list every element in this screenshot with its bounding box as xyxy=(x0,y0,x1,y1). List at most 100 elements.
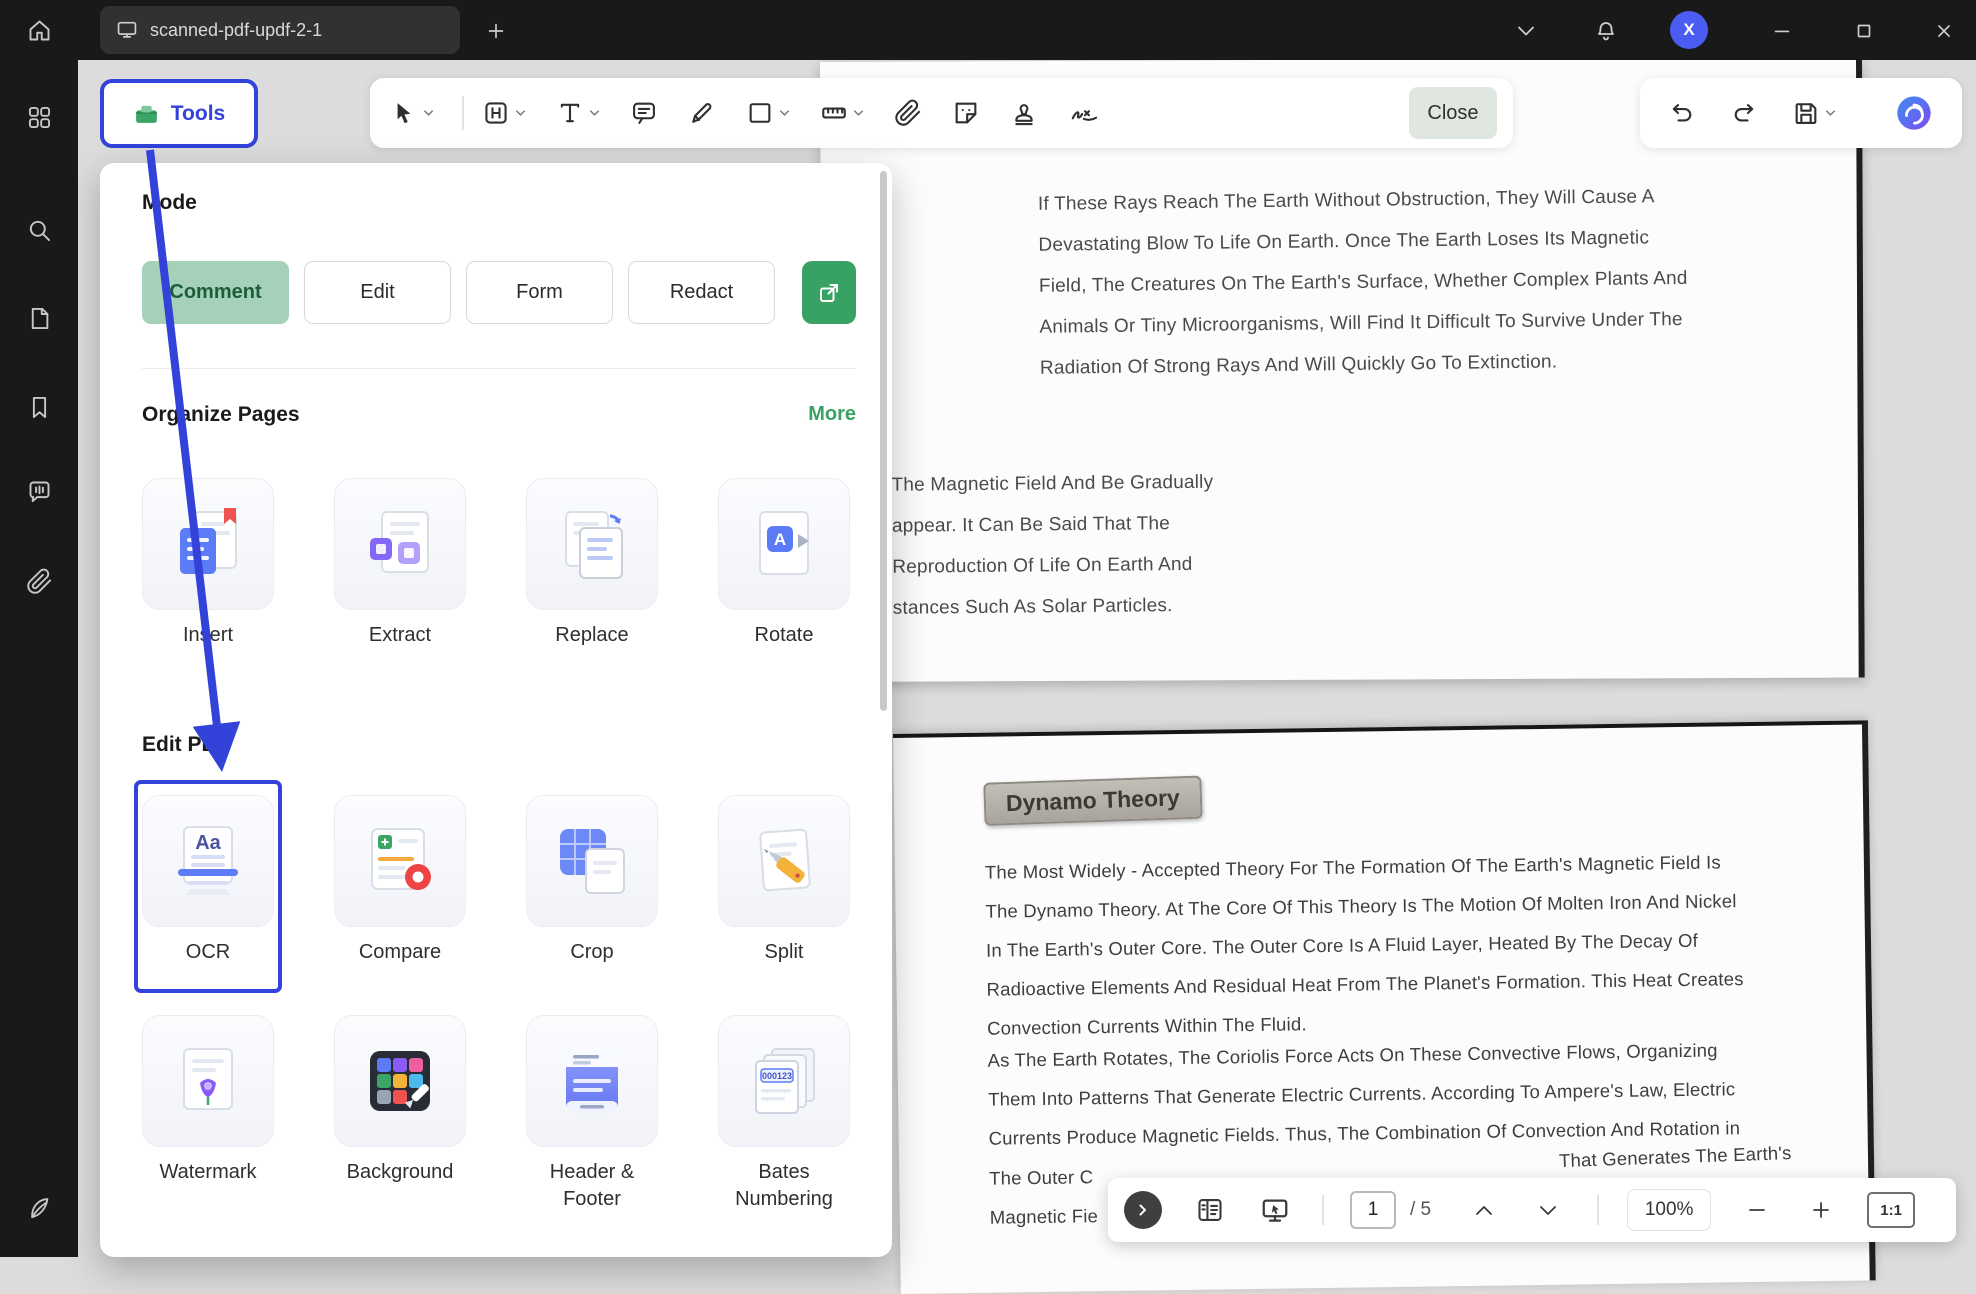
zoom-in-button[interactable] xyxy=(1811,1200,1831,1220)
previous-page-button[interactable] xyxy=(1475,1205,1493,1216)
card-label: Crop xyxy=(526,939,658,966)
tool-card-ocr[interactable]: Aa OCR xyxy=(142,795,274,966)
open-in-new-button[interactable] xyxy=(802,261,856,324)
brand-logo-icon[interactable] xyxy=(17,1185,61,1229)
mode-section-title: Mode xyxy=(142,191,197,215)
measure-tool-button[interactable] xyxy=(816,95,868,131)
tool-card-header-footer[interactable]: Header & Footer xyxy=(526,1015,658,1213)
stamp-tool-button[interactable] xyxy=(1006,95,1042,131)
bates-sample-number: 000123 xyxy=(762,1071,792,1081)
ruler-icon xyxy=(820,99,848,127)
home-button[interactable] xyxy=(17,8,61,52)
bates-numbering-icon: 000123 xyxy=(718,1015,850,1147)
tool-card-replace[interactable]: Replace xyxy=(526,478,658,649)
attachments-panel-button[interactable] xyxy=(17,559,61,603)
redo-icon xyxy=(1730,99,1758,127)
signature-tool-button[interactable] xyxy=(1064,95,1106,131)
zoom-out-button[interactable] xyxy=(1747,1200,1767,1220)
more-link[interactable]: More xyxy=(808,403,856,426)
text-tool-button[interactable] xyxy=(552,95,604,131)
comments-panel-button[interactable] xyxy=(17,469,61,513)
app-sidebar xyxy=(0,0,78,1257)
tool-card-crop[interactable]: Crop xyxy=(526,795,658,966)
pen-icon xyxy=(688,99,716,127)
minimize-button[interactable] xyxy=(1768,17,1796,45)
edit-pdf-section-title: Edit PDF xyxy=(142,733,230,757)
tool-card-compare[interactable]: Compare xyxy=(334,795,466,966)
search-button[interactable] xyxy=(17,208,61,252)
replace-icon xyxy=(526,478,658,610)
page2-heading-badge: Dynamo Theory xyxy=(983,776,1202,826)
mode-edit-button[interactable]: Edit xyxy=(304,261,451,324)
tools-icon xyxy=(133,100,160,127)
header-footer-icon xyxy=(526,1015,658,1147)
shape-tool-button[interactable] xyxy=(742,95,794,131)
edit-cards-row-1: Aa OCR Compare xyxy=(142,795,850,966)
page1-paragraph-2: The Magnetic Field And Be Gradually appe… xyxy=(891,461,1313,629)
sticker-tool-button[interactable] xyxy=(948,95,984,131)
organize-cards-row: Insert Extract xyxy=(142,478,850,649)
maximize-button[interactable] xyxy=(1850,17,1878,45)
sticker-icon xyxy=(952,99,980,127)
next-page-button[interactable] xyxy=(1539,1205,1557,1216)
undo-button[interactable] xyxy=(1664,95,1700,131)
tool-card-bates-numbering[interactable]: 000123 Bates Numbering xyxy=(718,1015,850,1213)
zoom-level-button[interactable]: 100% xyxy=(1627,1189,1711,1231)
minus-icon xyxy=(1747,1200,1767,1220)
close-window-button[interactable] xyxy=(1930,17,1958,45)
bookmarks-button[interactable] xyxy=(17,385,61,429)
tool-card-insert[interactable]: Insert xyxy=(142,478,274,649)
card-label: Rotate xyxy=(718,622,850,649)
page2-fragment-last: Magnetic Fie xyxy=(989,1196,1098,1237)
tab-title: scanned-pdf-updf-2-1 xyxy=(150,20,322,41)
ai-assistant-button[interactable] xyxy=(1890,89,1938,137)
mode-comment-button[interactable]: Comment xyxy=(142,261,289,324)
search-icon xyxy=(26,217,53,244)
save-button[interactable] xyxy=(1788,95,1840,131)
page-navigation-bar: / 5 100% 1:1 xyxy=(1108,1178,1956,1242)
tool-card-watermark[interactable]: Watermark xyxy=(142,1015,274,1213)
card-label: OCR xyxy=(142,939,274,966)
tools-menu-button[interactable]: Tools xyxy=(100,79,258,148)
collapse-bar-button[interactable] xyxy=(1124,1191,1162,1229)
rotate-sample-letter: A xyxy=(774,530,786,549)
user-avatar[interactable]: X xyxy=(1670,11,1708,49)
document-icon xyxy=(26,305,53,332)
attach-file-tool-button[interactable] xyxy=(890,95,926,131)
pages-panel-button[interactable] xyxy=(17,296,61,340)
minimize-icon xyxy=(1771,20,1793,42)
mode-redact-button[interactable]: Redact xyxy=(628,261,775,324)
actual-size-button[interactable]: 1:1 xyxy=(1867,1192,1915,1228)
apps-grid-button[interactable] xyxy=(17,95,61,139)
mode-form-button[interactable]: Form xyxy=(466,261,613,324)
paperclip-icon xyxy=(894,99,922,127)
thumbnail-panel-button[interactable] xyxy=(1196,1196,1224,1224)
tool-card-background[interactable]: Background xyxy=(334,1015,466,1213)
tool-card-split[interactable]: Split xyxy=(718,795,850,966)
tabs-dropdown-button[interactable] xyxy=(1512,17,1540,45)
background-icon xyxy=(334,1015,466,1147)
notifications-button[interactable] xyxy=(1592,17,1620,45)
card-label: Replace xyxy=(526,622,658,649)
pen-tool-button[interactable] xyxy=(684,95,720,131)
highlight-tool-button[interactable] xyxy=(478,95,530,131)
presentation-mode-button[interactable] xyxy=(1260,1195,1290,1225)
tool-card-rotate[interactable]: A Rotate xyxy=(718,478,850,649)
tool-card-extract[interactable]: Extract xyxy=(334,478,466,649)
panel-scrollbar[interactable] xyxy=(880,171,887,711)
paperclip-icon xyxy=(26,568,53,595)
history-save-toolbar xyxy=(1640,78,1962,148)
chevron-down-icon xyxy=(853,109,864,117)
close-button[interactable]: Close xyxy=(1409,87,1497,139)
document-tab[interactable]: scanned-pdf-updf-2-1 xyxy=(100,6,460,54)
tools-panel: Mode Comment Edit Form Redact Organize P… xyxy=(100,163,892,1257)
pdf-page-1[interactable]: If These Rays Reach The Earth Without Ob… xyxy=(820,57,1865,682)
toolbar-divider xyxy=(462,96,464,130)
page-number-input[interactable] xyxy=(1350,1191,1396,1229)
card-label: Bates Numbering xyxy=(718,1159,850,1213)
select-tool-button[interactable] xyxy=(386,95,438,131)
redo-button[interactable] xyxy=(1726,95,1762,131)
new-tab-button[interactable] xyxy=(482,17,510,45)
note-tool-button[interactable] xyxy=(626,95,662,131)
text-icon xyxy=(556,99,584,127)
